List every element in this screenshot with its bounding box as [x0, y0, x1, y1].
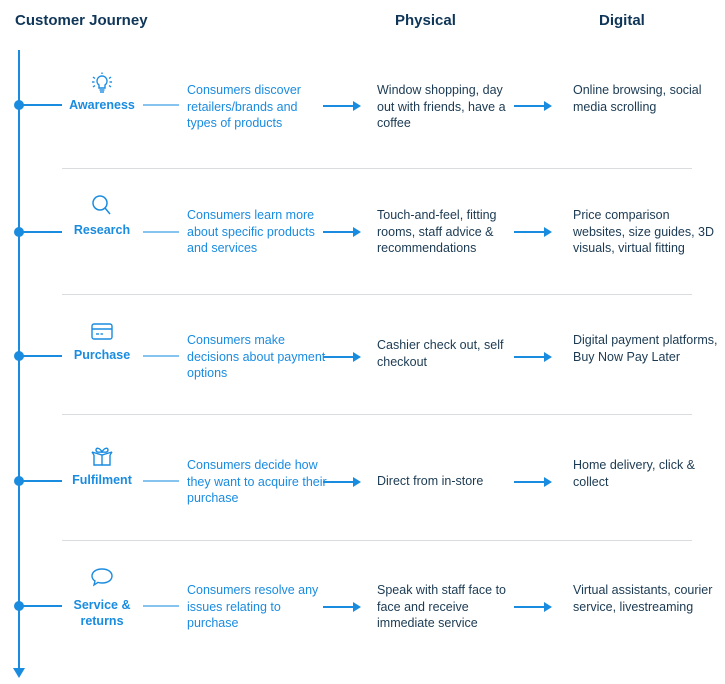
timeline-stem — [19, 355, 62, 357]
row-divider — [62, 168, 692, 169]
stage-label: Purchase — [73, 348, 131, 362]
stage-description: Consumers discover retailers/brands and … — [187, 83, 301, 130]
stage-connector — [143, 480, 179, 482]
timeline-stem — [19, 231, 62, 233]
stage-connector — [143, 355, 179, 357]
stage-label: Research — [73, 223, 131, 237]
stage-connector — [143, 605, 179, 607]
stage-connector — [143, 104, 179, 106]
physical-heading: Physical — [395, 12, 456, 29]
physical-text: Cashier check out, self checkout — [377, 338, 504, 369]
timeline-stem — [19, 104, 62, 106]
physical-text: Speak with staff face to face and receiv… — [377, 583, 507, 630]
stage-description: Consumers learn more about specific prod… — [187, 208, 315, 255]
credit-card-icon — [88, 321, 116, 345]
stage-description: Consumers make decisions about payment o… — [187, 333, 326, 380]
digital-heading: Digital — [599, 12, 645, 29]
arrow-right-icon — [323, 477, 361, 487]
physical-text: Direct from in-store — [377, 474, 484, 488]
digital-text: Price comparison websites, size guides, … — [573, 208, 715, 255]
arrow-right-icon — [323, 227, 361, 237]
arrow-right-icon — [323, 352, 361, 362]
arrow-right-icon — [514, 227, 552, 237]
row-divider — [62, 414, 692, 415]
arrow-right-icon — [323, 602, 361, 612]
stage-label-text: Service & returns — [73, 598, 131, 628]
arrow-right-icon — [514, 352, 552, 362]
arrow-right-icon — [323, 101, 361, 111]
timeline-arrow-down-icon — [13, 668, 25, 678]
search-icon — [88, 194, 116, 218]
digital-text: Online browsing, social media scrolling — [573, 83, 702, 114]
customer-journey-heading: Customer Journey — [15, 12, 148, 29]
row-divider — [62, 540, 692, 541]
stage-description: Consumers resolve any issues relating to… — [187, 583, 319, 630]
stage-connector — [143, 231, 179, 233]
timeline-stem — [19, 605, 62, 607]
lightbulb-icon — [88, 72, 116, 96]
digital-text: Virtual assistants, courier service, liv… — [573, 583, 713, 614]
stage-label: Awareness — [69, 98, 135, 112]
speech-bubble-icon — [88, 566, 116, 590]
stage-label: Service & returns — [62, 597, 142, 629]
stage-label: Fulfilment — [72, 473, 132, 487]
physical-text: Window shopping, day out with friends, h… — [377, 83, 506, 130]
stage-description: Consumers decide how they want to acquir… — [187, 458, 327, 505]
digital-text: Digital payment platforms, Buy Now Pay L… — [573, 333, 718, 364]
arrow-right-icon — [514, 477, 552, 487]
digital-text: Home delivery, click & collect — [573, 458, 696, 489]
arrow-right-icon — [514, 101, 552, 111]
physical-text: Touch-and-feel, fitting rooms, staff adv… — [377, 208, 497, 255]
gift-box-icon — [88, 445, 116, 469]
row-divider — [62, 294, 692, 295]
arrow-right-icon — [514, 602, 552, 612]
timeline-stem — [19, 480, 62, 482]
